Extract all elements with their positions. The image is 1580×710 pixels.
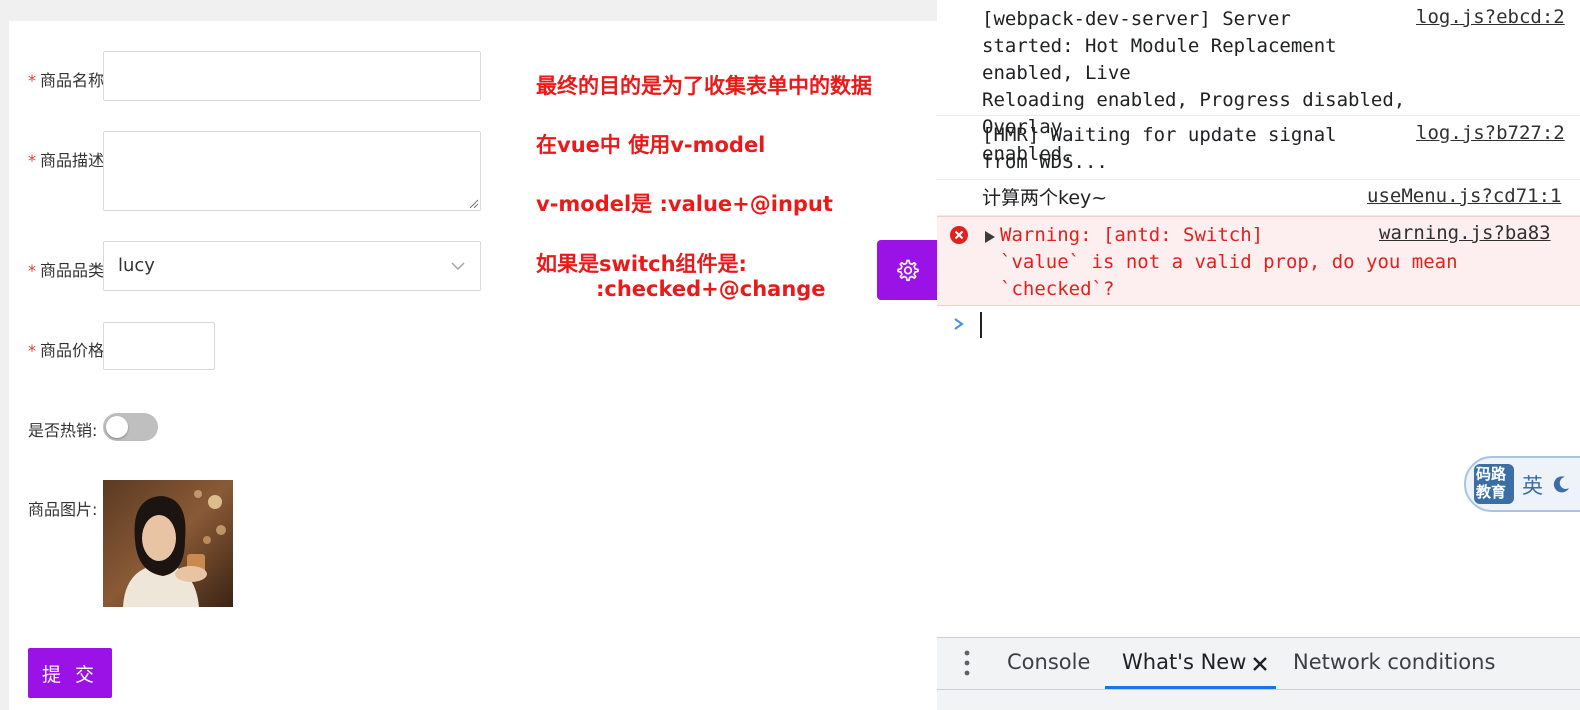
product-name-label-text: 商品名称 xyxy=(40,71,104,90)
select-value: lucy xyxy=(118,255,155,276)
console-source-link[interactable]: warning.js?ba83 xyxy=(1379,222,1551,244)
drawer-content-strip xyxy=(937,689,1580,710)
resize-grip-icon[interactable] xyxy=(469,199,478,208)
note-line: 在vue中 使用v-model xyxy=(536,133,766,157)
note-line: v-model是 :value+@input xyxy=(536,192,833,216)
required-mark: * xyxy=(28,341,36,360)
console-message-text: [HMR] Waiting for update signal from WDS… xyxy=(982,124,1337,173)
product-name-label: * 商品名称 xyxy=(28,67,104,91)
product-price-input[interactable] xyxy=(103,322,215,370)
chevron-down-icon xyxy=(451,262,465,270)
hot-sale-label: 是否热销: xyxy=(28,421,98,440)
devtools-panel: [webpack-dev-server] Server started: Hot… xyxy=(937,0,1580,710)
product-price-label-text: 商品价格 xyxy=(40,341,104,360)
required-mark: * xyxy=(28,71,36,90)
console-message: [webpack-dev-server] Server started: Hot… xyxy=(937,0,1580,165)
console-message-text: 计算两个key~ xyxy=(982,187,1108,209)
note-line: 如果是switch组件是: xyxy=(536,252,747,276)
ime-mode-label: 英 xyxy=(1522,474,1543,498)
product-category-select[interactable]: lucy xyxy=(103,241,481,291)
app-area: * 商品名称 * 商品描述 * 商品品类 lucy * 商品价格 是否热销: 商品图片: xyxy=(0,0,937,710)
product-category-label-text: 商品品类 xyxy=(40,261,104,280)
gear-icon xyxy=(897,259,919,282)
console-message: [HMR] Waiting for update signal from WDS… xyxy=(937,116,1580,180)
product-form: * 商品名称 * 商品描述 * 商品品类 lucy * 商品价格 是否热销: 商品图片: xyxy=(9,21,937,710)
console-message: 计算两个key~ useMenu.js?cd71:1 xyxy=(937,180,1580,216)
moon-icon xyxy=(1553,476,1569,493)
product-description-textarea[interactable] xyxy=(103,131,481,211)
hot-sale-switch[interactable] xyxy=(103,413,158,441)
expand-triangle-icon[interactable] xyxy=(984,230,996,244)
console-input-caret[interactable] xyxy=(980,312,982,338)
product-price-label: * 商品价格 xyxy=(28,337,104,361)
product-description-label-text: 商品描述 xyxy=(40,151,104,170)
product-photo[interactable] xyxy=(103,480,233,607)
required-mark: * xyxy=(28,151,36,170)
console-warning: Warning: [antd: Switch] `value` is not a… xyxy=(937,216,1580,306)
tab-console[interactable]: Console xyxy=(1007,650,1090,674)
console-source-link[interactable]: useMenu.js?cd71:1 xyxy=(1367,185,1561,207)
note-line: 最终的目的是为了收集表单中的数据 xyxy=(536,74,872,98)
console-source-link[interactable]: log.js?b727:2 xyxy=(1416,122,1565,144)
error-icon xyxy=(950,226,968,244)
note-line: :checked+@change xyxy=(596,277,826,301)
close-icon[interactable] xyxy=(1252,656,1268,672)
ime-badge[interactable]: 码路教育 英 xyxy=(1464,456,1580,512)
console-source-link[interactable]: log.js?ebcd:2 xyxy=(1416,6,1565,28)
required-mark: * xyxy=(28,261,36,280)
ime-logo: 码路教育 xyxy=(1474,464,1514,504)
tab-whats-new[interactable]: What's New xyxy=(1122,650,1246,674)
console-prompt-icon xyxy=(954,318,964,330)
product-description-label: * 商品描述 xyxy=(28,147,104,171)
ime-logo-text: 码路教育 xyxy=(1476,465,1507,501)
submit-button[interactable]: 提 交 xyxy=(28,648,112,698)
product-category-label: * 商品品类 xyxy=(28,257,104,281)
more-vertical-icon[interactable] xyxy=(962,649,972,677)
settings-button[interactable] xyxy=(877,240,937,300)
switch-knob xyxy=(106,416,128,438)
drawer-tabbar: Console What's New Network conditions xyxy=(937,637,1580,689)
product-name-input[interactable] xyxy=(103,51,481,101)
product-image-label: 商品图片: xyxy=(28,500,98,519)
tab-network-conditions[interactable]: Network conditions xyxy=(1293,650,1495,674)
